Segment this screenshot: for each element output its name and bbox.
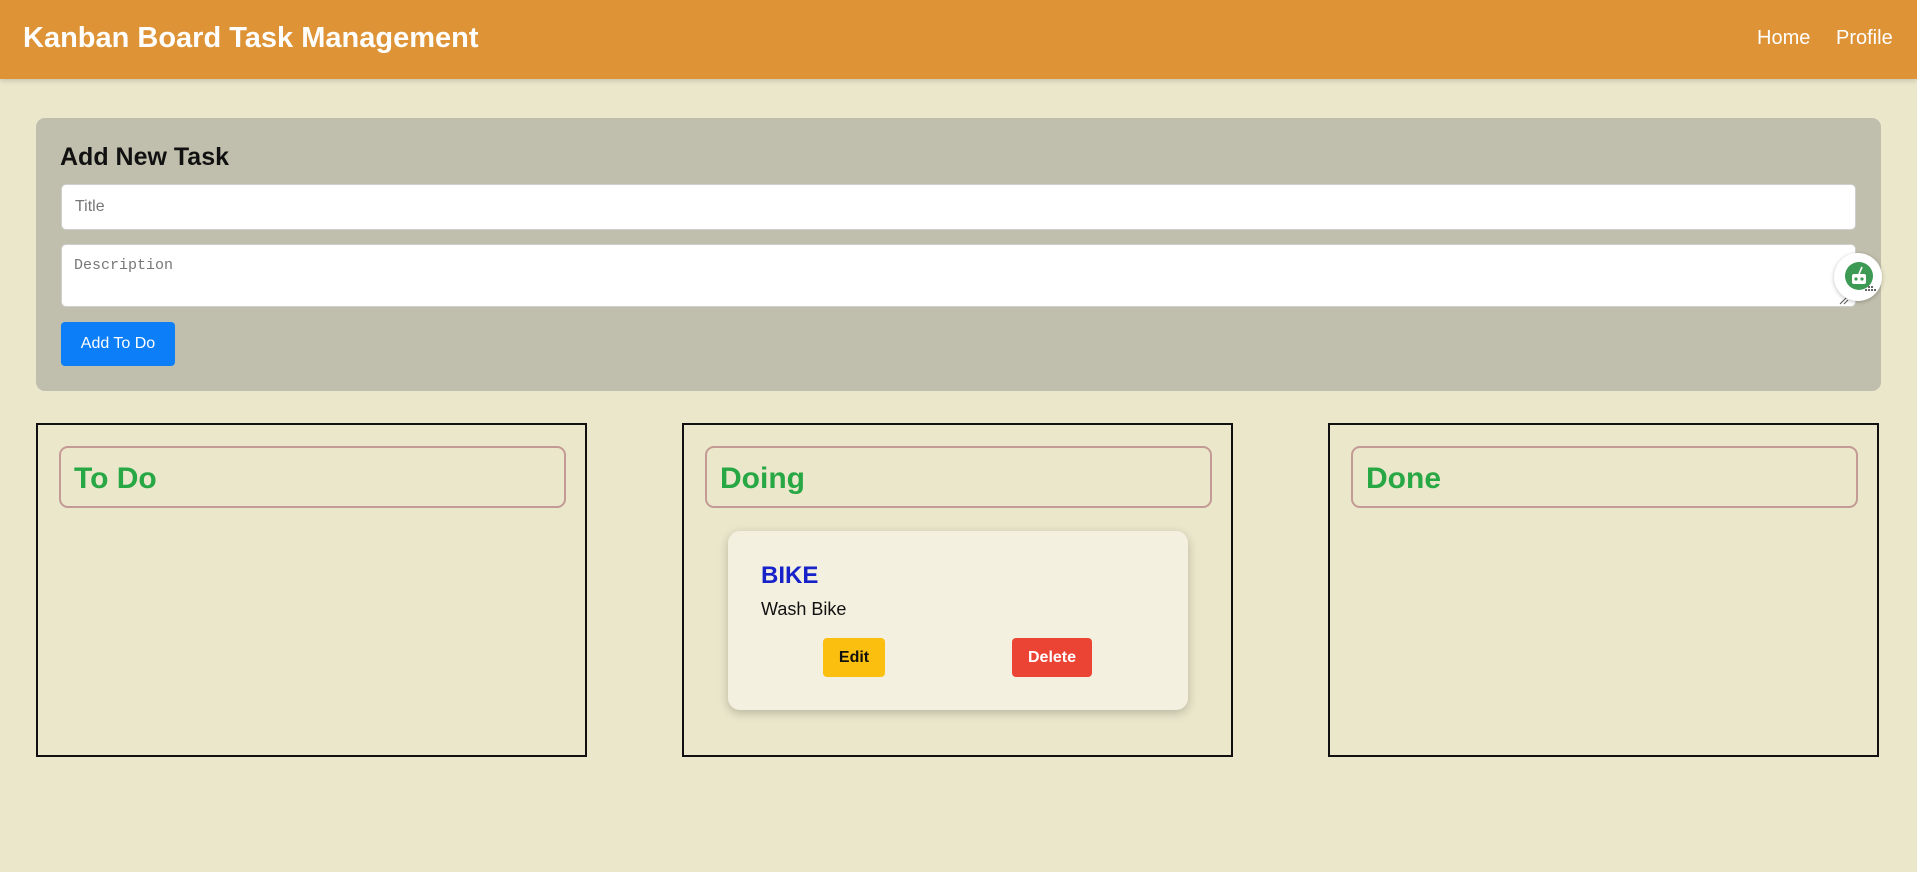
navbar: Kanban Board Task Management Home Profil…: [0, 0, 1917, 79]
column-title: Doing: [720, 462, 805, 495]
column-header: To Do: [59, 446, 566, 508]
nav-link-home[interactable]: Home: [1757, 25, 1810, 51]
column-header: Doing: [705, 446, 1212, 508]
task-description: Wash Bike: [761, 599, 847, 619]
task-card[interactable]: BIKE Wash Bike Edit Delete: [728, 531, 1188, 710]
form-heading: Add New Task: [60, 143, 230, 171]
task-title: BIKE: [761, 562, 819, 589]
delete-task-button[interactable]: Delete: [1012, 638, 1092, 677]
title-input[interactable]: [61, 184, 1856, 230]
description-input[interactable]: [61, 244, 1856, 307]
robot-assistant-icon[interactable]: [1834, 253, 1882, 301]
nav-link-profile[interactable]: Profile: [1836, 25, 1893, 51]
column-done: Done: [1328, 423, 1879, 757]
app-title: Kanban Board Task Management: [23, 22, 479, 54]
add-todo-button[interactable]: Add To Do: [61, 322, 175, 366]
edit-task-button[interactable]: Edit: [823, 638, 885, 677]
add-task-form: Add New Task Add To Do: [36, 118, 1882, 391]
column-title: Done: [1366, 462, 1441, 495]
column-todo: To Do: [36, 423, 587, 757]
column-header: Done: [1351, 446, 1858, 508]
column-title: To Do: [74, 462, 157, 495]
